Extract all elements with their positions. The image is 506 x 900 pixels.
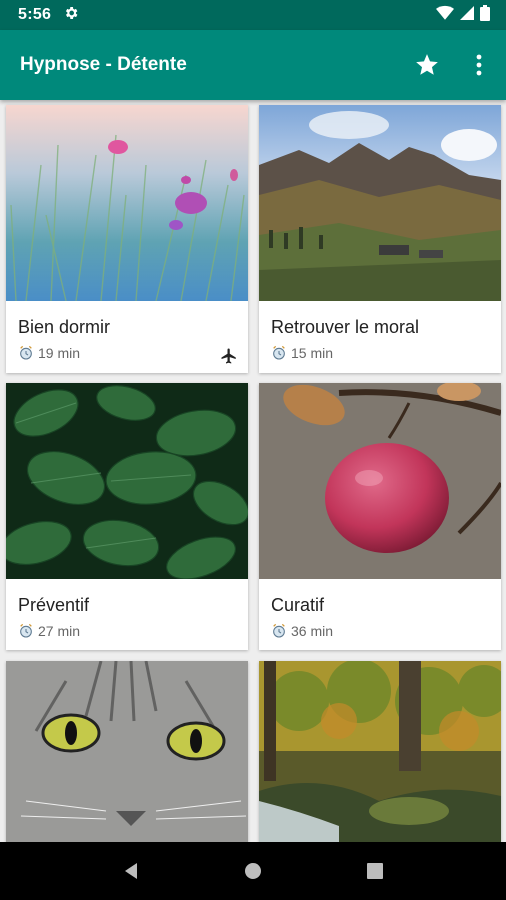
alarm-clock-icon — [273, 623, 285, 638]
navigation-bar — [0, 842, 506, 900]
session-title: Bien dormir — [18, 317, 111, 337]
session-image-leaves — [6, 383, 248, 579]
battery-icon — [480, 4, 490, 26]
more-vert-icon — [476, 54, 482, 76]
home-button[interactable] — [233, 851, 273, 891]
settings-icon — [63, 5, 79, 26]
session-grid: Bien dormir 19 min Retrouver le moral 15… — [0, 100, 506, 842]
session-card-retrouver-le-moral[interactable]: Retrouver le moral 15 min — [259, 105, 501, 373]
alarm-clock-icon — [20, 623, 32, 638]
session-title: Retrouver le moral — [271, 317, 420, 337]
recents-button[interactable] — [355, 851, 395, 891]
wifi-icon — [436, 5, 454, 26]
session-duration: 19 min — [18, 345, 80, 361]
signal-icon — [460, 5, 474, 25]
session-card-preventif[interactable]: Préventif 27 min — [6, 383, 248, 650]
recents-icon — [367, 863, 383, 879]
airplane-mode-icon — [220, 347, 238, 370]
session-duration-text: 19 min — [38, 345, 81, 361]
back-icon — [125, 863, 137, 879]
overflow-menu-button[interactable] — [464, 45, 494, 85]
status-bar: 5:56 — [0, 0, 506, 30]
session-image-flowers — [6, 105, 248, 301]
session-image-forest — [259, 661, 501, 842]
alarm-clock-icon — [20, 345, 32, 360]
session-duration: 36 min — [271, 623, 333, 639]
session-duration-text: 27 min — [38, 623, 81, 639]
back-button[interactable] — [111, 851, 151, 891]
session-title: Préventif — [18, 595, 90, 615]
session-duration: 27 min — [18, 623, 80, 639]
session-image-apple — [259, 383, 501, 579]
alarm-clock-icon — [273, 345, 285, 360]
session-card-forest[interactable] — [259, 661, 501, 842]
session-title: Curatif — [271, 595, 325, 615]
session-image-cat — [6, 661, 248, 842]
star-icon — [416, 54, 438, 75]
favorite-button[interactable] — [412, 45, 442, 85]
session-duration-text: 15 min — [291, 345, 334, 361]
status-time: 5:56 — [18, 6, 52, 23]
session-image-mountains — [259, 105, 501, 301]
session-card-curatif[interactable]: Curatif 36 min — [259, 383, 501, 650]
session-card-cat[interactable] — [6, 661, 248, 842]
session-card-bien-dormir[interactable]: Bien dormir 19 min — [6, 105, 248, 373]
session-duration-text: 36 min — [291, 623, 334, 639]
home-icon — [245, 863, 261, 879]
app-title: Hypnose - Détente — [20, 54, 187, 75]
session-duration: 15 min — [271, 345, 333, 361]
app-bar: Hypnose - Détente — [0, 30, 506, 100]
